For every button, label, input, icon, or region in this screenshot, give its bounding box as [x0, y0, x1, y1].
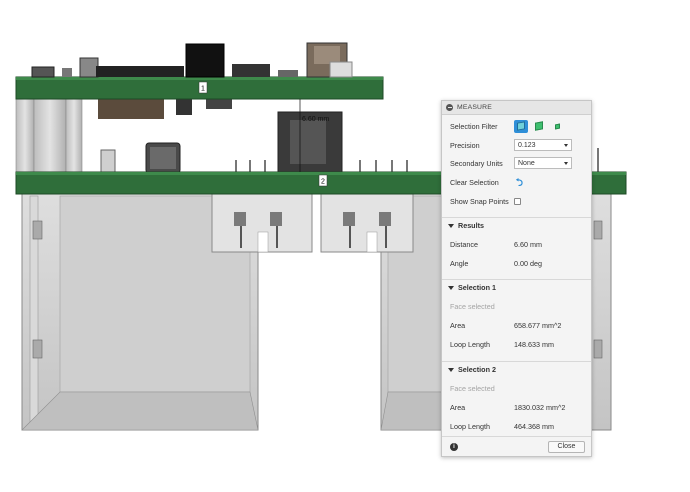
secondary-units-label: Secondary Units	[450, 158, 503, 168]
selection1-header: Selection 1	[458, 283, 496, 292]
chevron-down-icon	[564, 161, 568, 165]
angle-value: 0.00 deg	[514, 258, 542, 268]
selection-filter-label: Selection Filter	[450, 121, 498, 131]
clip-blocks	[211, 193, 414, 253]
panel-title: MEASURE	[457, 104, 493, 111]
selection2-loop-value: 464.368 mm	[514, 421, 554, 431]
undo-icon[interactable]	[514, 178, 523, 186]
triangle-down-icon	[448, 367, 454, 372]
selection1-loop-label: Loop Length	[450, 339, 490, 349]
selection1-loop-row: Loop Length 148.633 mm	[450, 337, 585, 351]
snap-points-row: Show Snap Points	[450, 194, 585, 208]
secondary-units-select[interactable]: None	[514, 157, 572, 169]
close-button[interactable]: Close	[548, 440, 585, 453]
selection2-loop-label: Loop Length	[450, 421, 490, 431]
secondary-units-value: None	[518, 159, 535, 167]
spacers	[15, 98, 83, 173]
precision-label: Precision	[450, 140, 480, 150]
selection2-header: Selection 2	[458, 365, 496, 374]
info-icon[interactable]: i	[450, 442, 458, 451]
precision-row: Precision 0.123	[450, 138, 585, 152]
collapse-icon[interactable]	[446, 104, 453, 111]
selection-filter-row: Selection Filter	[450, 119, 585, 133]
body-select-icon[interactable]	[514, 119, 528, 133]
selection2-area-label: Area	[450, 402, 466, 412]
precision-value: 0.123	[518, 141, 536, 149]
show-snap-points-checkbox[interactable]	[514, 197, 521, 205]
panel-footer: i Close	[442, 436, 591, 456]
selection2-section-header[interactable]: Selection 2	[442, 361, 591, 377]
board-label-2-text: 2	[321, 179, 325, 186]
board-label-2: 2	[318, 174, 328, 187]
dimension-label: 6.60 mm	[302, 116, 329, 123]
selection2-type: Face selected	[450, 383, 495, 393]
selection1-type-row: Face selected	[450, 299, 585, 313]
selection1-loop-value: 148.633 mm	[514, 339, 554, 349]
distance-row: Distance 6.60 mm	[450, 237, 585, 251]
selection1-section-header[interactable]: Selection 1	[442, 279, 591, 295]
selection2-area-row: Area 1830.032 mm^2	[450, 400, 585, 414]
angle-label: Angle	[450, 258, 469, 268]
chevron-down-icon	[564, 143, 568, 147]
selection2-loop-row: Loop Length 464.368 mm	[450, 419, 585, 433]
distance-label: Distance	[450, 239, 478, 249]
selection1-type: Face selected	[450, 301, 495, 311]
selection1-area-value: 658.677 mm^2	[514, 320, 562, 330]
distance-value: 6.60 mm	[514, 239, 542, 249]
board-label-1-text: 1	[201, 86, 205, 93]
results-header: Results	[458, 221, 484, 230]
face-select-icon[interactable]	[532, 120, 546, 133]
panel-header[interactable]: MEASURE	[442, 101, 591, 115]
triangle-down-icon	[448, 285, 454, 290]
selection1-area-row: Area 658.677 mm^2	[450, 318, 585, 332]
clear-selection-label: Clear Selection	[450, 177, 499, 187]
results-section-header[interactable]: Results	[442, 217, 591, 233]
triangle-down-icon	[448, 223, 454, 228]
selection1-area-label: Area	[450, 320, 466, 330]
measure-panel[interactable]: MEASURE Selection Filter Precision 0.123…	[441, 100, 592, 457]
angle-row: Angle 0.00 deg	[450, 256, 585, 270]
edge-select-icon[interactable]	[550, 120, 564, 133]
show-snap-points-label: Show Snap Points	[450, 196, 509, 206]
selection2-type-row: Face selected	[450, 381, 585, 395]
clear-selection-row: Clear Selection	[450, 175, 585, 189]
selection2-area-value: 1830.032 mm^2	[514, 402, 566, 412]
secondary-units-row: Secondary Units None	[450, 156, 585, 170]
board-label-1: 1	[198, 81, 208, 94]
precision-select[interactable]: 0.123	[514, 139, 572, 151]
